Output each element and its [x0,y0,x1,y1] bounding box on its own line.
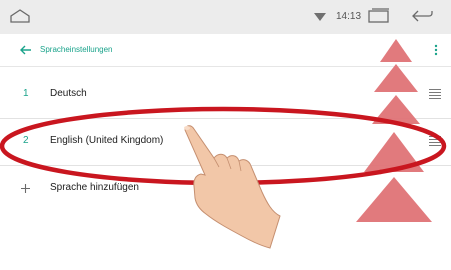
home-outline-icon[interactable] [9,8,31,24]
drag-handle-icon[interactable] [429,89,441,99]
language-item-1[interactable]: 1 Deutsch [0,72,451,118]
back-arrow-icon[interactable] [410,8,434,24]
language-number: 2 [23,135,29,146]
language-label: English (United Kingdom) [50,135,164,146]
page-title: Spracheinstellungen [40,45,113,54]
language-item-2[interactable]: 2 English (United Kingdom) [0,119,451,165]
clock: 14:13 [336,11,362,22]
plus-icon [21,184,30,193]
recent-apps-icon[interactable] [368,8,390,24]
language-number: 1 [23,88,29,99]
add-language-label: Sprache hinzufügen [50,182,139,193]
status-bar: 14:13 [0,0,451,35]
app-screen: Spracheinstellungen 1 Deutsch 2 English … [0,34,451,270]
add-language-item[interactable]: Sprache hinzufügen [0,166,451,212]
more-vert-icon[interactable] [434,44,438,56]
wifi-icon [314,13,326,21]
drag-handle-icon[interactable] [429,136,441,146]
language-label: Deutsch [50,88,87,99]
arrow-left-icon[interactable] [20,45,32,55]
toolbar: Spracheinstellungen [0,34,451,67]
